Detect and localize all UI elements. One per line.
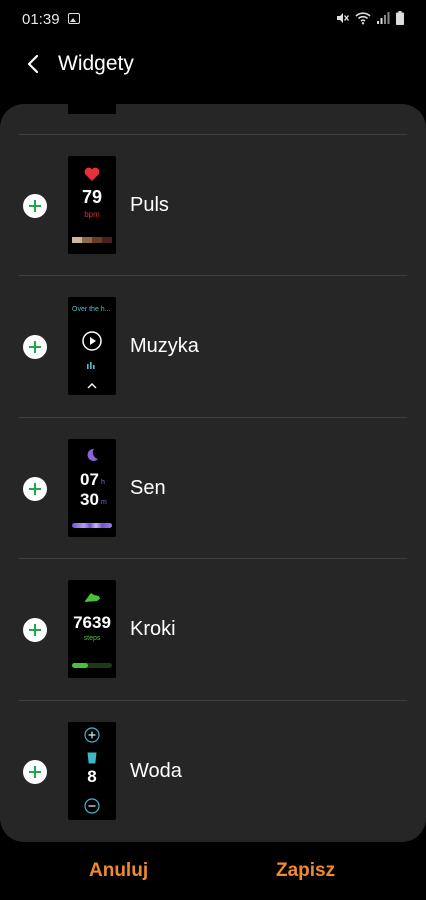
footer: Anuluj Zapisz: [0, 842, 426, 900]
list-item-muzyka[interactable]: Over the h... Muzyka: [0, 276, 426, 417]
heart-icon: [84, 167, 100, 181]
battery-icon: [396, 11, 404, 25]
widget-label: Sen: [130, 477, 166, 499]
list-item-puls[interactable]: 79 bpm Puls: [0, 135, 426, 276]
page-title: Widgety: [58, 52, 134, 75]
sleep-hours-unit: h: [101, 479, 105, 486]
steps-value: 7639: [73, 613, 111, 632]
widgets-list: 79 bpm Puls Over the h... Muzyka 07 h 30…: [0, 104, 426, 842]
sleep-minutes: 30: [80, 490, 99, 509]
water-value: 8: [87, 767, 97, 786]
moon-icon: [87, 448, 98, 461]
widget-preview-woda: 8: [68, 722, 116, 820]
add-icon[interactable]: [23, 760, 47, 784]
play-icon: [82, 331, 102, 351]
steps-progress-track: [72, 663, 112, 668]
plus-circle-icon: [84, 727, 100, 743]
shoe-icon: [85, 593, 100, 602]
widget-preview-sen: 07 h 30 m: [68, 439, 116, 537]
widget-preview-partial: [68, 104, 116, 114]
wifi-icon: [355, 12, 371, 25]
pulse-zone-bar: [72, 237, 112, 243]
status-bar: 01:39: [0, 0, 426, 40]
widget-label: Muzyka: [130, 335, 199, 357]
header: Widgety: [0, 40, 426, 90]
steps-progress-fill: [72, 663, 88, 668]
signal-icon: [377, 12, 390, 24]
list-item-sen[interactable]: 07 h 30 m Sen: [0, 418, 426, 559]
sleep-minutes-unit: m: [101, 499, 107, 506]
cancel-button[interactable]: Anuluj: [89, 860, 148, 882]
gallery-icon: [68, 13, 80, 24]
widget-preview-muzyka: Over the h...: [68, 297, 116, 395]
chevron-up-icon: [87, 383, 97, 389]
widget-preview-puls: 79 bpm: [68, 156, 116, 254]
widget-label: Woda: [130, 760, 182, 782]
sleep-stages-bar: [72, 523, 112, 528]
add-icon[interactable]: [23, 194, 47, 218]
pulse-value: 79: [81, 187, 103, 207]
equalizer-icon: [87, 362, 95, 369]
status-time: 01:39: [22, 11, 60, 28]
water-glass-icon: [87, 752, 97, 764]
widget-preview-kroki: 7639 steps: [68, 580, 116, 678]
widget-label: Puls: [130, 194, 169, 216]
pulse-unit: bpm: [84, 210, 100, 219]
sleep-hours: 07: [80, 470, 99, 489]
music-track: Over the h...: [72, 306, 111, 313]
save-button[interactable]: Zapisz: [276, 860, 335, 882]
chevron-left-icon: [27, 54, 39, 74]
status-icons: [335, 11, 404, 25]
mute-icon: [337, 13, 349, 23]
list-item-woda[interactable]: 8 Woda: [0, 701, 426, 842]
back-button[interactable]: [22, 52, 46, 76]
add-icon[interactable]: [23, 335, 47, 359]
widget-label: Kroki: [130, 618, 176, 640]
add-icon[interactable]: [23, 477, 47, 501]
steps-unit: steps: [83, 635, 101, 642]
list-item-kroki[interactable]: 7639 steps Kroki: [0, 559, 426, 700]
add-icon[interactable]: [23, 618, 47, 642]
minus-circle-icon: [84, 798, 100, 814]
